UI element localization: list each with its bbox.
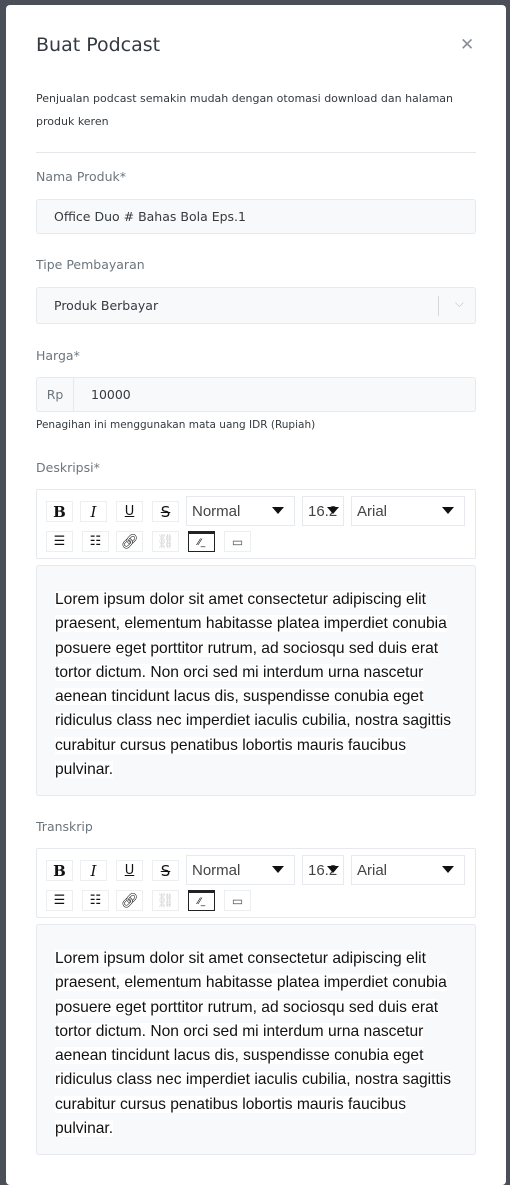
product-name-label: Nama Produk* (36, 169, 126, 184)
heading-dropdown[interactable]: Normal (186, 855, 295, 885)
underline-button[interactable]: U (116, 501, 143, 522)
currency-prefix: Rp (37, 378, 74, 411)
link-icon[interactable]: 🔗︎ (116, 531, 143, 552)
divider (36, 152, 476, 153)
numbered-list-icon[interactable]: ☷ (82, 531, 109, 552)
chevron-down-icon[interactable]: ⌵ (455, 296, 464, 311)
payment-type-select[interactable]: Produk Berbayar ⌵ (36, 287, 476, 324)
transcript-toolbar: B I U S Normal 16.2 Arial ☰ ☷ 🔗︎ ⛓︎ ⁄⁄_ … (36, 848, 476, 918)
payment-type-label: Tipe Pembayaran (36, 257, 145, 272)
bullet-list-icon[interactable]: ☰ (46, 531, 73, 552)
price-input[interactable]: Rp 10000 (36, 377, 476, 412)
close-icon[interactable]: ✕ (460, 35, 474, 55)
font-family-dropdown[interactable]: Arial (351, 855, 465, 885)
transcript-text: Lorem ipsum dolor sit amet consectetur a… (55, 950, 452, 1138)
product-name-value: Office Duo # Bahas Bola Eps.1 (54, 209, 246, 224)
font-family-value: Arial (357, 502, 388, 520)
bullet-list-icon[interactable]: ☰ (46, 890, 73, 911)
select-separator (438, 296, 439, 316)
underline-button[interactable]: U (116, 860, 143, 881)
description-text: Lorem ipsum dolor sit amet consectetur a… (55, 591, 452, 779)
font-family-dropdown[interactable]: Arial (351, 496, 465, 526)
unlink-icon[interactable]: ⛓︎ (152, 890, 179, 911)
bold-button[interactable]: B (46, 501, 73, 522)
numbered-list-icon[interactable]: ☷ (82, 890, 109, 911)
heading-value: Normal (192, 861, 241, 879)
font-family-value: Arial (357, 861, 388, 879)
strikethrough-button[interactable]: S (152, 501, 179, 522)
embed-code-icon[interactable]: ⁄⁄_ (188, 531, 215, 552)
transcript-label: Transkrip (36, 819, 93, 834)
price-value: 10000 (91, 387, 131, 402)
image-icon[interactable]: ▭ (224, 531, 251, 552)
strikethrough-button[interactable]: S (152, 860, 179, 881)
heading-value: Normal (192, 502, 241, 520)
price-label: Harga* (36, 348, 80, 363)
heading-dropdown[interactable]: Normal (186, 496, 295, 526)
transcript-editor[interactable]: Lorem ipsum dolor sit amet consectetur a… (36, 924, 476, 1155)
description-toolbar: B I U S Normal 16.2 Arial ☰ ☷ 🔗︎ ⛓︎ ⁄⁄_ … (36, 489, 476, 559)
modal-title: Buat Podcast (36, 34, 161, 56)
description-label: Deskripsi* (36, 460, 100, 475)
bold-button[interactable]: B (46, 860, 73, 881)
product-name-input[interactable]: Office Duo # Bahas Bola Eps.1 (36, 199, 476, 234)
link-icon[interactable]: 🔗︎ (116, 890, 143, 911)
modal-description: Penjualan podcast semakin mudah dengan o… (36, 92, 454, 128)
payment-type-value: Produk Berbayar (54, 298, 159, 313)
italic-button[interactable]: I (80, 860, 107, 881)
unlink-icon[interactable]: ⛓︎ (152, 531, 179, 552)
price-help-text: Penagihan ini menggunakan mata uang IDR … (36, 419, 316, 431)
description-editor[interactable]: Lorem ipsum dolor sit amet consectetur a… (36, 565, 476, 796)
create-podcast-modal: Buat Podcast ✕ Penjualan podcast semakin… (6, 5, 506, 1185)
image-icon[interactable]: ▭ (224, 890, 251, 911)
font-size-dropdown[interactable]: 16.2 (302, 855, 344, 885)
italic-button[interactable]: I (80, 501, 107, 522)
font-size-dropdown[interactable]: 16.2 (302, 496, 344, 526)
embed-code-icon[interactable]: ⁄⁄_ (188, 890, 215, 911)
